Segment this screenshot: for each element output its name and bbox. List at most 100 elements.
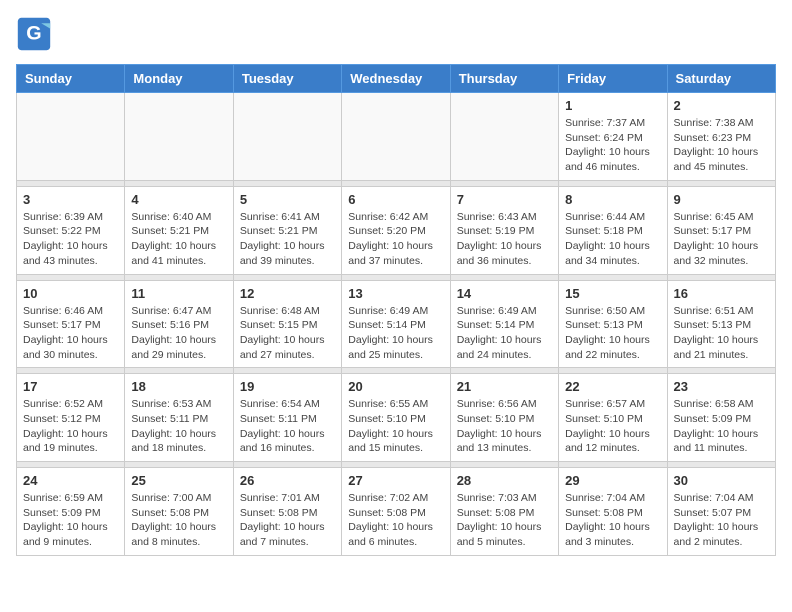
day-number: 17: [23, 379, 118, 394]
day-number: 10: [23, 286, 118, 301]
day-number: 8: [565, 192, 660, 207]
day-info: Sunrise: 6:48 AM Sunset: 5:15 PM Dayligh…: [240, 304, 335, 363]
day-cell: 22 Sunrise: 6:57 AM Sunset: 5:10 PM Dayli…: [559, 374, 667, 462]
day-cell: 20Sunrise: 6:55 AM Sunset: 5:10 PM Dayli…: [342, 374, 450, 462]
day-number: 25: [131, 473, 226, 488]
calendar: SundayMondayTuesdayWednesdayThursdayFrid…: [16, 64, 776, 556]
day-info: Sunrise: 6:46 AM Sunset: 5:17 PM Dayligh…: [23, 304, 118, 363]
day-cell: 19 Sunrise: 6:54 AM Sunset: 5:11 PM Dayli…: [233, 374, 341, 462]
day-cell: [233, 93, 341, 181]
day-info: Sunrise: 6:42 AM Sunset: 5:20 PM Dayligh…: [348, 210, 443, 269]
week-row-3: 10 Sunrise: 6:46 AM Sunset: 5:17 PM Dayli…: [17, 280, 776, 368]
header-sunday: Sunday: [17, 65, 125, 93]
day-info: Sunrise: 6:49 AM Sunset: 5:14 PM Dayligh…: [457, 304, 552, 363]
day-info: Sunrise: 6:56 AM Sunset: 5:10 PM Dayligh…: [457, 397, 552, 456]
day-info: Sunrise: 7:04 AM Sunset: 5:08 PM Dayligh…: [565, 491, 660, 550]
header-friday: Friday: [559, 65, 667, 93]
day-number: 6: [348, 192, 443, 207]
day-info: Sunrise: 6:57 AM Sunset: 5:10 PM Dayligh…: [565, 397, 660, 456]
day-info: Sunrise: 6:43 AM Sunset: 5:19 PM Dayligh…: [457, 210, 552, 269]
day-number: 23: [674, 379, 769, 394]
day-number: 26: [240, 473, 335, 488]
day-cell: [342, 93, 450, 181]
day-cell: 24 Sunrise: 6:59 AM Sunset: 5:09 PM Dayli…: [17, 468, 125, 556]
header-tuesday: Tuesday: [233, 65, 341, 93]
day-info: Sunrise: 6:53 AM Sunset: 5:11 PM Dayligh…: [131, 397, 226, 456]
day-cell: 4 Sunrise: 6:40 AM Sunset: 5:21 PM Daylig…: [125, 186, 233, 274]
header-thursday: Thursday: [450, 65, 558, 93]
day-cell: 8 Sunrise: 6:44 AM Sunset: 5:18 PM Daylig…: [559, 186, 667, 274]
day-cell: 16 Sunrise: 6:51 AM Sunset: 5:13 PM Dayli…: [667, 280, 775, 368]
day-info: Sunrise: 7:04 AM Sunset: 5:07 PM Dayligh…: [674, 491, 769, 550]
day-cell: 11 Sunrise: 6:47 AM Sunset: 5:16 PM Dayli…: [125, 280, 233, 368]
day-cell: 28 Sunrise: 7:03 AM Sunset: 5:08 PM Dayli…: [450, 468, 558, 556]
day-info: Sunrise: 6:40 AM Sunset: 5:21 PM Dayligh…: [131, 210, 226, 269]
day-info: Sunrise: 6:51 AM Sunset: 5:13 PM Dayligh…: [674, 304, 769, 363]
day-cell: 12 Sunrise: 6:48 AM Sunset: 5:15 PM Dayli…: [233, 280, 341, 368]
day-info: Sunrise: 6:44 AM Sunset: 5:18 PM Dayligh…: [565, 210, 660, 269]
day-number: 28: [457, 473, 552, 488]
day-number: 4: [131, 192, 226, 207]
week-row-5: 24 Sunrise: 6:59 AM Sunset: 5:09 PM Dayli…: [17, 468, 776, 556]
day-info: Sunrise: 7:02 AM Sunset: 5:08 PM Dayligh…: [348, 491, 443, 550]
header-row: SundayMondayTuesdayWednesdayThursdayFrid…: [17, 65, 776, 93]
day-number: 13: [348, 286, 443, 301]
day-cell: 15Sunrise: 6:50 AM Sunset: 5:13 PM Dayli…: [559, 280, 667, 368]
day-number: 15: [565, 286, 660, 301]
day-info: Sunrise: 6:59 AM Sunset: 5:09 PM Dayligh…: [23, 491, 118, 550]
day-cell: 30 Sunrise: 7:04 AM Sunset: 5:07 PM Dayli…: [667, 468, 775, 556]
week-row-4: 17 Sunrise: 6:52 AM Sunset: 5:12 PM Dayli…: [17, 374, 776, 462]
day-cell: 23 Sunrise: 6:58 AM Sunset: 5:09 PM Dayli…: [667, 374, 775, 462]
day-info: Sunrise: 7:00 AM Sunset: 5:08 PM Dayligh…: [131, 491, 226, 550]
day-number: 12: [240, 286, 335, 301]
day-number: 27: [348, 473, 443, 488]
day-cell: 25 Sunrise: 7:00 AM Sunset: 5:08 PM Dayli…: [125, 468, 233, 556]
day-info: Sunrise: 6:47 AM Sunset: 5:16 PM Dayligh…: [131, 304, 226, 363]
day-cell: 10 Sunrise: 6:46 AM Sunset: 5:17 PM Dayli…: [17, 280, 125, 368]
day-info: Sunrise: 6:52 AM Sunset: 5:12 PM Dayligh…: [23, 397, 118, 456]
day-number: 21: [457, 379, 552, 394]
day-cell: 2 Sunrise: 7:38 AM Sunset: 6:23 PM Daylig…: [667, 93, 775, 181]
day-cell: 18 Sunrise: 6:53 AM Sunset: 5:11 PM Dayli…: [125, 374, 233, 462]
day-cell: [125, 93, 233, 181]
day-number: 20: [348, 379, 443, 394]
day-info: Sunrise: 6:49 AM Sunset: 5:14 PM Dayligh…: [348, 304, 443, 363]
day-info: Sunrise: 7:01 AM Sunset: 5:08 PM Dayligh…: [240, 491, 335, 550]
day-cell: [450, 93, 558, 181]
day-info: Sunrise: 7:38 AM Sunset: 6:23 PM Dayligh…: [674, 116, 769, 175]
day-cell: 3 Sunrise: 6:39 AM Sunset: 5:22 PM Daylig…: [17, 186, 125, 274]
day-cell: 1Sunrise: 7:37 AM Sunset: 6:24 PM Daylig…: [559, 93, 667, 181]
day-cell: 26 Sunrise: 7:01 AM Sunset: 5:08 PM Dayli…: [233, 468, 341, 556]
logo: G: [16, 16, 56, 52]
day-number: 9: [674, 192, 769, 207]
day-number: 29: [565, 473, 660, 488]
header-wednesday: Wednesday: [342, 65, 450, 93]
day-number: 1: [565, 98, 660, 113]
header-monday: Monday: [125, 65, 233, 93]
day-cell: 6 Sunrise: 6:42 AM Sunset: 5:20 PM Daylig…: [342, 186, 450, 274]
day-number: 19: [240, 379, 335, 394]
logo-icon: G: [16, 16, 52, 52]
day-cell: 5Sunrise: 6:41 AM Sunset: 5:21 PM Daylig…: [233, 186, 341, 274]
day-number: 14: [457, 286, 552, 301]
day-info: Sunrise: 7:03 AM Sunset: 5:08 PM Dayligh…: [457, 491, 552, 550]
day-number: 11: [131, 286, 226, 301]
day-number: 16: [674, 286, 769, 301]
day-info: Sunrise: 6:58 AM Sunset: 5:09 PM Dayligh…: [674, 397, 769, 456]
day-cell: 29 Sunrise: 7:04 AM Sunset: 5:08 PM Dayli…: [559, 468, 667, 556]
day-number: 22: [565, 379, 660, 394]
day-number: 30: [674, 473, 769, 488]
day-number: 18: [131, 379, 226, 394]
day-cell: 21 Sunrise: 6:56 AM Sunset: 5:10 PM Dayli…: [450, 374, 558, 462]
day-number: 3: [23, 192, 118, 207]
day-number: 24: [23, 473, 118, 488]
day-cell: 13 Sunrise: 6:49 AM Sunset: 5:14 PM Dayli…: [342, 280, 450, 368]
page-header: G: [16, 16, 776, 52]
day-cell: 9Sunrise: 6:45 AM Sunset: 5:17 PM Daylig…: [667, 186, 775, 274]
header-saturday: Saturday: [667, 65, 775, 93]
day-cell: 27 Sunrise: 7:02 AM Sunset: 5:08 PM Dayli…: [342, 468, 450, 556]
day-cell: 7Sunrise: 6:43 AM Sunset: 5:19 PM Daylig…: [450, 186, 558, 274]
day-info: Sunrise: 6:54 AM Sunset: 5:11 PM Dayligh…: [240, 397, 335, 456]
day-number: 2: [674, 98, 769, 113]
day-info: Sunrise: 6:39 AM Sunset: 5:22 PM Dayligh…: [23, 210, 118, 269]
